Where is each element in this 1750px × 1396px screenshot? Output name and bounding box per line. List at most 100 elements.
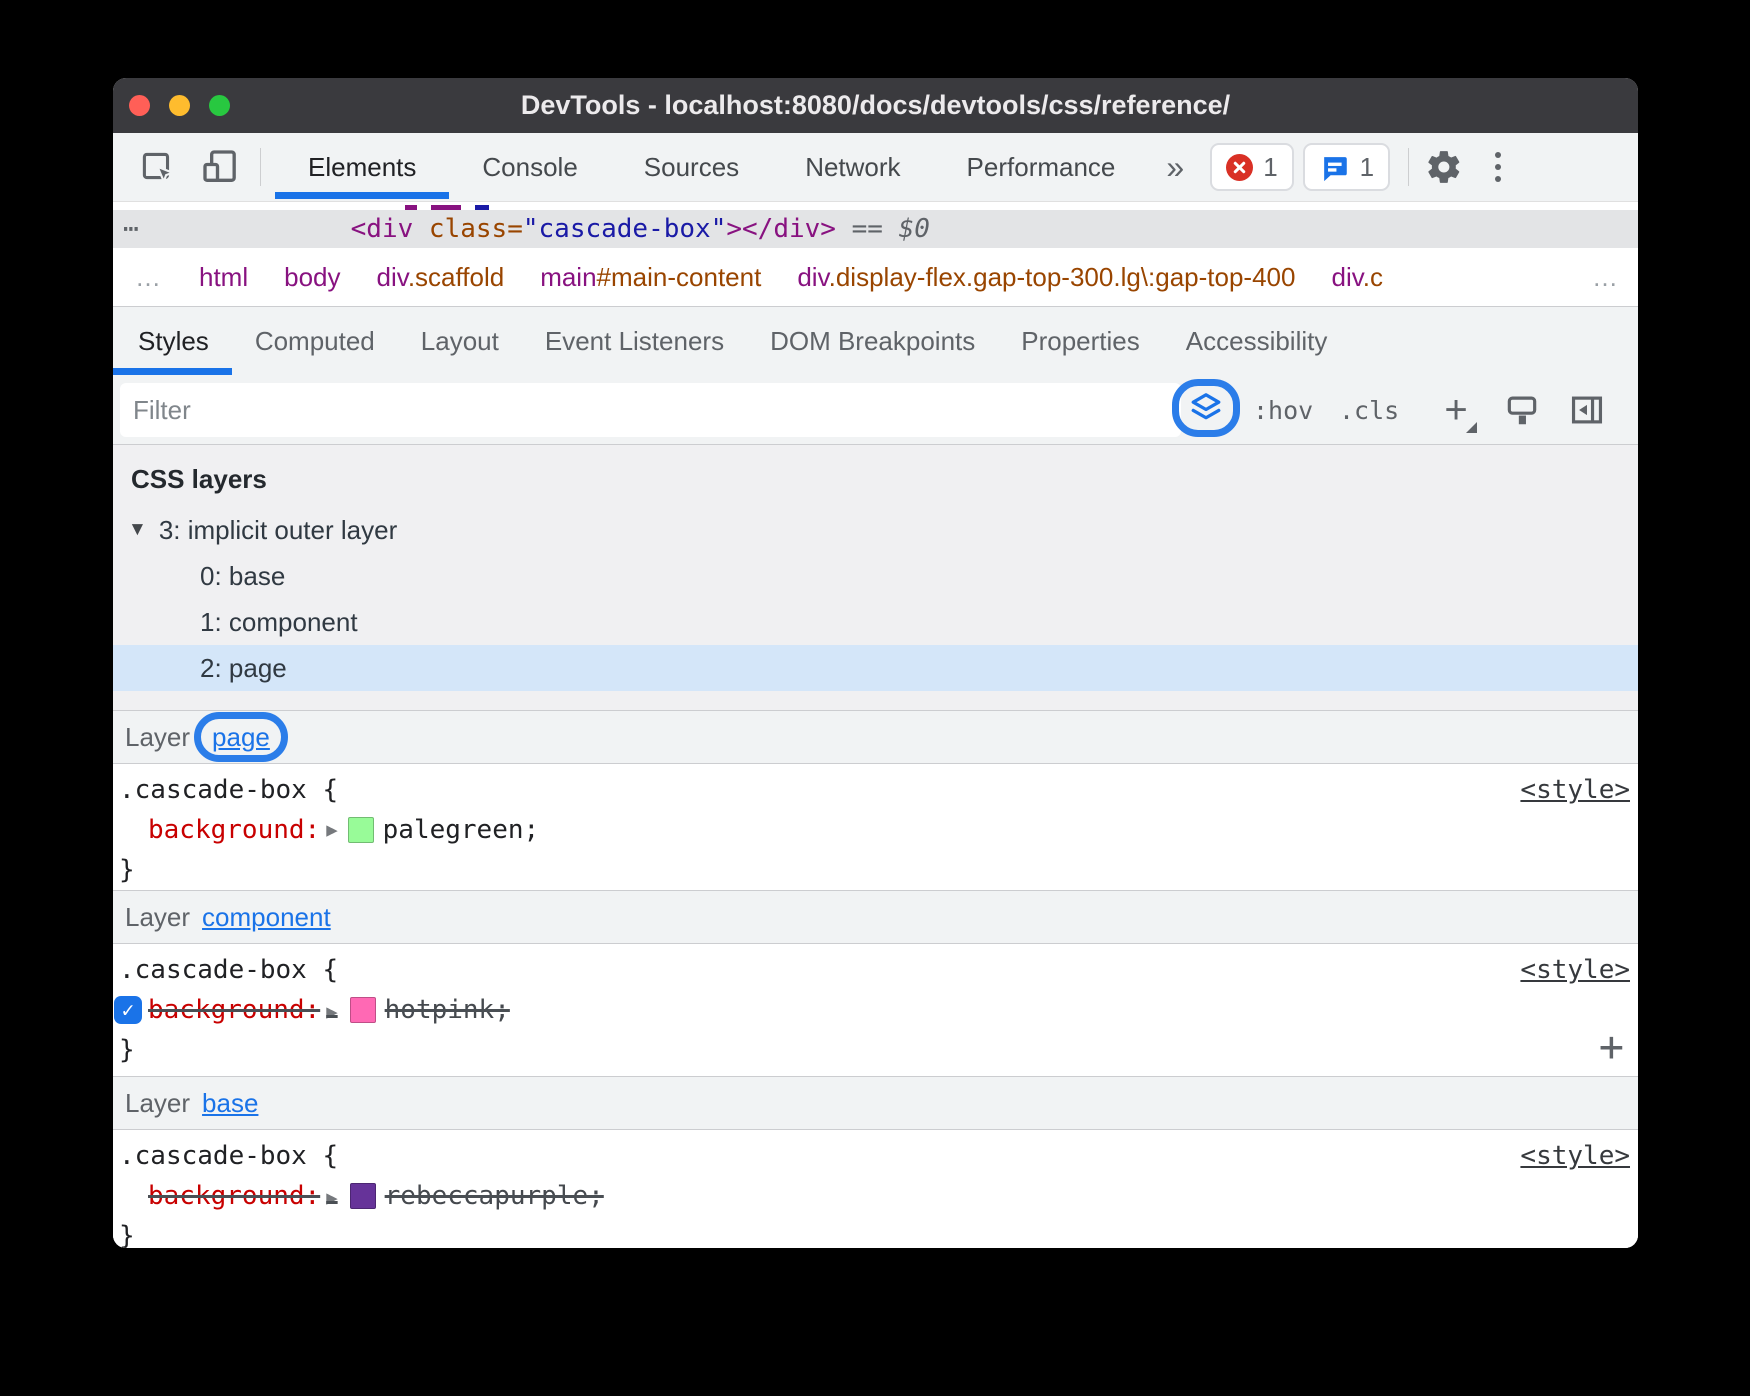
tab-console[interactable]: Console bbox=[449, 133, 610, 201]
dom-clipped-row bbox=[113, 202, 1638, 210]
title-bar: DevTools - localhost:8080/docs/devtools/… bbox=[113, 78, 1638, 133]
expand-arrow-icon[interactable]: ▶ bbox=[326, 1001, 337, 1023]
property-name: background: bbox=[148, 995, 320, 1025]
style-source-link[interactable]: <style> bbox=[1520, 775, 1630, 805]
breadcrumb-div-scaffold[interactable]: div.scaffold bbox=[377, 262, 505, 293]
breadcrumb-div-clipped[interactable]: div.c bbox=[1331, 262, 1383, 293]
tab-performance[interactable]: Performance bbox=[934, 133, 1149, 201]
window-title: DevTools - localhost:8080/docs/devtools/… bbox=[113, 90, 1638, 121]
dom-tag-close: ></div> bbox=[726, 214, 836, 244]
rule-page-cascade-box: .cascade-box { <style> background: ▶ pal… bbox=[113, 764, 1638, 890]
rule-component-cascade-box: .cascade-box { <style> ✓ background: ▶ ho… bbox=[113, 944, 1638, 1076]
layer-component-link[interactable]: component bbox=[202, 902, 331, 933]
css-layers-icon[interactable] bbox=[1188, 390, 1224, 426]
minimize-window-button[interactable] bbox=[169, 95, 190, 116]
layer-page-link[interactable]: page bbox=[212, 722, 270, 753]
rule-selector-line[interactable]: .cascade-box { <style> bbox=[113, 1136, 1638, 1176]
toolbar-divider bbox=[1408, 148, 1409, 186]
styles-filter-bar: Filter :hov .cls + bbox=[113, 375, 1638, 445]
tab-performance-label: Performance bbox=[967, 152, 1116, 183]
toggle-hover-state-button[interactable]: :hov bbox=[1253, 375, 1313, 445]
styles-pane-tabbar: Styles Computed Layout Event Listeners D… bbox=[113, 306, 1638, 375]
chevron-down-icon[interactable]: ▼ bbox=[128, 519, 147, 541]
breadcrumb-main-content[interactable]: main#main-content bbox=[540, 262, 761, 293]
breadcrumb: … html body div.scaffold main#main-conte… bbox=[113, 248, 1638, 306]
rule-selector: .cascade-box { bbox=[119, 955, 338, 985]
layer-label: Layer bbox=[125, 722, 190, 753]
close-window-button[interactable] bbox=[129, 95, 150, 116]
property-value: hotpink; bbox=[385, 995, 510, 1025]
tab-console-label: Console bbox=[482, 152, 577, 183]
layer-base-link[interactable]: base bbox=[202, 1088, 258, 1119]
more-tabs-icon[interactable]: » bbox=[1148, 149, 1202, 186]
rule-property-line[interactable]: background: ▶ palegreen; bbox=[113, 810, 1638, 850]
message-icon bbox=[1319, 152, 1350, 183]
settings-gear-icon[interactable] bbox=[1425, 133, 1463, 201]
color-swatch[interactable] bbox=[350, 1183, 376, 1209]
rule-selector-line[interactable]: .cascade-box { <style> bbox=[113, 770, 1638, 810]
layers-item-page[interactable]: 2: page bbox=[113, 645, 1638, 691]
dom-selected-element-row[interactable]: ⋯ <div class="cascade-box"></div> == $0 bbox=[113, 210, 1638, 248]
breadcrumb-div-display-flex[interactable]: div.display-flex.gap-top-300.lg\:gap-top… bbox=[797, 262, 1295, 293]
layers-item-component[interactable]: 1: component bbox=[113, 599, 1638, 645]
breadcrumb-overflow-ellipsis[interactable]: … bbox=[1592, 262, 1620, 293]
layer-base-header: Layer base bbox=[113, 1076, 1638, 1130]
filter-input[interactable]: Filter bbox=[120, 383, 1181, 437]
property-enabled-checkbox[interactable]: ✓ bbox=[114, 996, 142, 1024]
device-toolbar-icon[interactable] bbox=[188, 133, 260, 201]
css-layers-toggle-highlight-ring[interactable] bbox=[1172, 379, 1240, 437]
rule-property-line[interactable]: background:▶ rebeccapurple; bbox=[113, 1176, 1638, 1216]
property-value: palegreen; bbox=[383, 815, 540, 845]
rule-close-brace-line: } bbox=[113, 1216, 1638, 1248]
toolbar-divider bbox=[260, 148, 261, 186]
tab-elements-label: Elements bbox=[308, 152, 416, 183]
close-brace: } bbox=[119, 1035, 135, 1065]
toggle-class-button[interactable]: .cls bbox=[1339, 375, 1399, 445]
rule-selector-line[interactable]: .cascade-box { <style> bbox=[113, 950, 1638, 990]
style-source-link[interactable]: <style> bbox=[1520, 1141, 1630, 1171]
rule-property-line[interactable]: ✓ background: ▶ hotpink; bbox=[113, 990, 1638, 1030]
rendering-brush-icon[interactable] bbox=[1503, 375, 1541, 445]
breadcrumb-html[interactable]: html bbox=[199, 262, 248, 293]
tab-layout[interactable]: Layout bbox=[398, 307, 522, 375]
rule-close-brace-line: } bbox=[113, 1030, 1638, 1070]
close-brace: } bbox=[119, 1221, 135, 1248]
tab-accessibility[interactable]: Accessibility bbox=[1163, 307, 1351, 375]
zoom-window-button[interactable] bbox=[209, 95, 230, 116]
breadcrumb-body[interactable]: body bbox=[284, 262, 340, 293]
dom-ellipsis[interactable]: ⋯ bbox=[113, 214, 141, 244]
rule-selector: .cascade-box { bbox=[119, 1141, 338, 1171]
layers-tree-root[interactable]: ▼ 3: implicit outer layer bbox=[113, 507, 1638, 553]
rule-base-cascade-box: .cascade-box { <style> background:▶ rebe… bbox=[113, 1130, 1638, 1248]
kebab-menu-icon[interactable] bbox=[1489, 152, 1507, 182]
property-value: rebeccapurple; bbox=[385, 1181, 604, 1211]
devtools-toolbar: Elements Console Sources Network Perform… bbox=[113, 133, 1638, 202]
layer-page-link-highlight-ring: page bbox=[196, 711, 286, 763]
tab-elements[interactable]: Elements bbox=[275, 133, 449, 201]
layer-component-header: Layer component bbox=[113, 890, 1638, 944]
tab-styles[interactable]: Styles bbox=[113, 307, 232, 375]
tab-computed[interactable]: Computed bbox=[232, 307, 398, 375]
error-count-badge[interactable]: 1 bbox=[1210, 143, 1293, 191]
toggle-sidebar-icon[interactable] bbox=[1568, 375, 1606, 445]
inspect-element-icon[interactable] bbox=[113, 133, 188, 201]
expand-arrow-icon[interactable]: ▶ bbox=[326, 1187, 337, 1209]
layers-item-base[interactable]: 0: base bbox=[113, 553, 1638, 599]
layers-root-label: 3: implicit outer layer bbox=[159, 515, 397, 546]
property-name: background: bbox=[148, 815, 320, 845]
breadcrumb-ellipsis[interactable]: … bbox=[135, 262, 163, 293]
color-swatch[interactable] bbox=[350, 997, 376, 1023]
color-swatch[interactable] bbox=[348, 817, 374, 843]
tab-sources[interactable]: Sources bbox=[611, 133, 772, 201]
tab-event-listeners[interactable]: Event Listeners bbox=[522, 307, 747, 375]
issues-count-badge[interactable]: 1 bbox=[1303, 143, 1390, 191]
layer-page-header: Layer page bbox=[113, 710, 1638, 764]
dom-attr-value: "cascade-box" bbox=[523, 214, 727, 244]
style-source-link[interactable]: <style> bbox=[1520, 955, 1630, 985]
insert-style-rule-button[interactable]: + bbox=[1599, 1026, 1624, 1068]
tab-network[interactable]: Network bbox=[772, 133, 933, 201]
tab-dom-breakpoints[interactable]: DOM Breakpoints bbox=[747, 307, 998, 375]
tab-properties[interactable]: Properties bbox=[998, 307, 1163, 375]
new-style-rule-button[interactable]: + bbox=[1433, 375, 1479, 445]
expand-arrow-icon[interactable]: ▶ bbox=[326, 819, 337, 841]
